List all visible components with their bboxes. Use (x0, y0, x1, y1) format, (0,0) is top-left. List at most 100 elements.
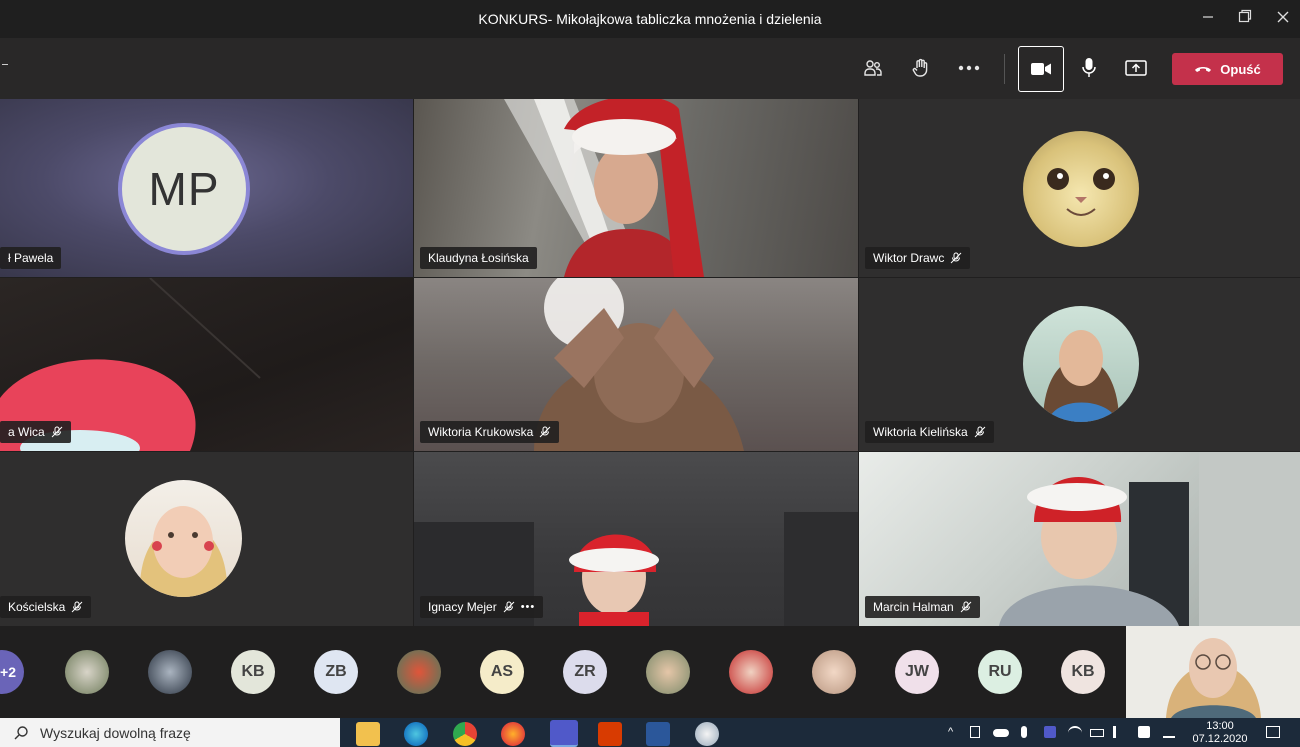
participant-name-tag: Ignacy Mejer ••• (420, 596, 544, 618)
leave-button[interactable]: Opuść (1172, 53, 1283, 85)
volume-icon[interactable] (1113, 726, 1125, 738)
participant-photo-chip[interactable] (397, 650, 441, 694)
participant-name: Wiktoria Krukowska (428, 425, 534, 439)
toolbar-separator (1004, 54, 1005, 84)
mic-off-icon (503, 601, 515, 613)
participant-initials-chip[interactable]: KB (231, 650, 275, 694)
participant-name-tag: Marcin Halman (865, 596, 980, 618)
participant-initials-chip[interactable]: AS (480, 650, 524, 694)
self-view-video (1126, 626, 1300, 718)
battery-icon[interactable] (1090, 729, 1104, 737)
paint-icon[interactable] (695, 722, 719, 746)
mic-off-icon (974, 426, 986, 438)
minimize-icon[interactable] (1196, 8, 1220, 30)
video-tile[interactable]: Marcin Halman (859, 452, 1300, 626)
hang-up-icon (1195, 67, 1212, 72)
teams-tray-icon[interactable] (1044, 726, 1056, 738)
microphone-tray-icon[interactable] (1021, 726, 1027, 738)
avatar (1023, 306, 1139, 422)
taskbar-clock[interactable]: 13:00 07.12.2020 (1190, 720, 1250, 746)
participant-photo-chip[interactable] (812, 650, 856, 694)
participant-photo-chip[interactable] (65, 650, 109, 694)
chip-initials: ZB (325, 663, 347, 680)
video-tile[interactable]: a Wica (0, 278, 413, 451)
share-screen-icon[interactable] (1122, 54, 1150, 82)
microphone-icon[interactable] (1075, 54, 1103, 82)
video-tile[interactable]: Wiktor Drawc (859, 99, 1300, 277)
participant-name: ł Pawela (8, 251, 54, 265)
participant-initials-chip[interactable]: JW (895, 650, 939, 694)
camera-icon (1031, 63, 1051, 75)
participant-initials-chip[interactable]: ZB (314, 650, 358, 694)
overflow-count: +2 (0, 664, 16, 680)
search-placeholder: Wyszukaj dowolną frazę (40, 724, 191, 741)
video-tile[interactable]: Kościelska (0, 452, 413, 626)
video-tile[interactable]: MP ł Pawela (0, 99, 413, 277)
leave-button-label: Opuść (1220, 61, 1261, 77)
participant-name: Marcin Halman (873, 600, 954, 614)
word-icon[interactable] (646, 722, 670, 746)
taskbar-search[interactable]: Wyszukaj dowolną frazę (0, 718, 340, 747)
participant-photo-chip[interactable] (729, 650, 773, 694)
participant-strip: +2 KB ZB AS ZR JW RU KB (0, 626, 1300, 718)
raise-hand-icon[interactable] (907, 54, 935, 82)
overflow-count-chip[interactable]: +2 (0, 650, 24, 694)
show-hidden-icons-icon[interactable]: ^ (948, 726, 953, 738)
firefox-icon[interactable] (501, 722, 525, 746)
video-grid: MP ł Pawela Klaudyna Łosińska Wiktor Dra… (0, 99, 1300, 626)
wifi-icon[interactable] (1068, 726, 1082, 736)
participant-initials-chip[interactable]: RU (978, 650, 1022, 694)
mic-off-icon (960, 601, 972, 613)
search-icon (14, 725, 28, 739)
participant-name-tag: Wiktoria Krukowska (420, 421, 560, 443)
participant-name: Klaudyna Łosińska (428, 251, 529, 265)
window-title: KONKURS- Mikołajkowa tabliczka mnożenia … (478, 11, 822, 27)
restore-icon[interactable] (1233, 8, 1257, 30)
more-options-icon[interactable]: ••• (521, 601, 536, 613)
mic-off-icon (950, 252, 962, 264)
participant-photo-chip[interactable] (148, 650, 192, 694)
participant-name: Wiktoria Kielińska (873, 425, 968, 439)
mic-off-icon (540, 426, 551, 438)
participant-name: Kościelska (8, 600, 66, 614)
title-bar: KONKURS- Mikołajkowa tabliczka mnożenia … (0, 0, 1300, 38)
avatar-initials: MP (148, 163, 220, 215)
edge-icon[interactable] (404, 722, 428, 746)
participants-icon[interactable] (859, 54, 887, 82)
participant-name-tag: a Wica (0, 421, 71, 443)
participant-initials-chip[interactable]: KB (1061, 650, 1105, 694)
participant-name-tag: Klaudyna Łosińska (420, 247, 537, 269)
participant-name: a Wica (8, 425, 45, 439)
onedrive-icon[interactable] (993, 729, 1009, 737)
participant-name-tag: Kościelska (0, 596, 92, 618)
defender-icon[interactable] (1138, 726, 1150, 738)
mic-off-icon (51, 426, 63, 438)
pen-icon[interactable] (1163, 726, 1175, 738)
clock-time: 13:00 (1206, 720, 1234, 732)
video-tile[interactable]: Wiktoria Kielińska (859, 278, 1300, 451)
more-options-icon[interactable] (955, 54, 983, 82)
close-icon[interactable] (1271, 8, 1295, 30)
chip-initials: RU (988, 663, 1012, 680)
office-icon[interactable] (598, 722, 622, 746)
meet-now-icon[interactable] (970, 726, 980, 738)
video-tile[interactable]: Wiktoria Krukowska (414, 278, 858, 451)
chip-initials: AS (490, 663, 514, 680)
video-tile[interactable]: Ignacy Mejer ••• (414, 452, 858, 626)
teams-icon[interactable] (550, 720, 578, 747)
file-explorer-icon[interactable] (356, 722, 380, 746)
participant-initials-chip[interactable]: ZR (563, 650, 607, 694)
chrome-icon[interactable] (453, 722, 477, 746)
clock-date: 07.12.2020 (1192, 733, 1248, 745)
video-tile[interactable]: Klaudyna Łosińska (414, 99, 858, 277)
participant-photo-chip[interactable] (646, 650, 690, 694)
camera-button[interactable] (1018, 46, 1064, 92)
notifications-icon[interactable] (1266, 726, 1280, 738)
chip-initials: KB (241, 663, 265, 680)
avatar (125, 480, 242, 597)
meeting-toolbar: Opuść (0, 38, 1300, 99)
toolbar-dash (2, 64, 8, 65)
chip-initials: ZR (574, 663, 596, 680)
chip-initials: KB (1071, 663, 1095, 680)
avatar (1023, 131, 1139, 247)
